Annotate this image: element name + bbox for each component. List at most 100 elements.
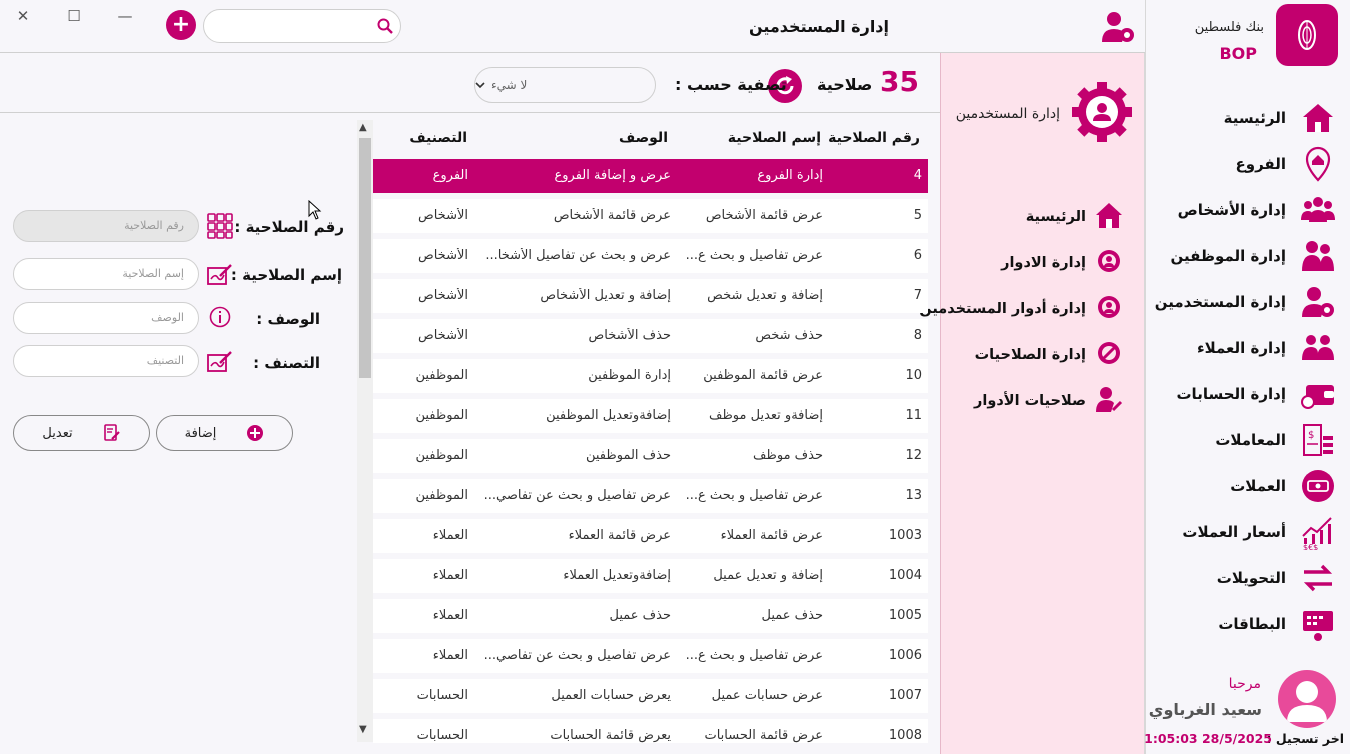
sidebar-item-5[interactable]: إدارة المستخدمين bbox=[1146, 282, 1336, 322]
add-button[interactable]: + bbox=[166, 10, 196, 40]
category-field[interactable]: التصنيف bbox=[13, 345, 199, 377]
subnav-item-2[interactable]: إدارة الادوار bbox=[934, 245, 1124, 281]
scroll-up-icon[interactable]: ▲ bbox=[359, 122, 367, 133]
scrollbar-thumb[interactable] bbox=[359, 138, 371, 378]
table-row[interactable]: 6 عرض تفاصيل و بحث ع... عرض و بحث عن تفاصي… bbox=[373, 239, 928, 273]
permission-id-field[interactable]: رقم الصلاحية bbox=[13, 210, 199, 242]
branch-location-icon bbox=[1300, 146, 1336, 182]
table-row[interactable]: 10 عرض قائمة الموظفين إدارة الموظفين الموظف… bbox=[373, 359, 928, 393]
subnav-item-label: إدارة أدوار المستخدمين bbox=[919, 301, 1086, 317]
description-field[interactable]: الوصف bbox=[13, 302, 199, 334]
table-row[interactable]: 1008 عرض قائمة الحسابات يعرض قائمة الحسابا… bbox=[373, 719, 928, 743]
clients-icon bbox=[1300, 330, 1336, 366]
search-input[interactable] bbox=[203, 9, 401, 43]
cell-category: العملاء bbox=[432, 528, 468, 543]
table-row[interactable]: 1003 عرض قائمة العملاء عرض قائمة العملاء ال… bbox=[373, 519, 928, 553]
add-button-label: إضافة bbox=[184, 425, 217, 441]
column-header-name: إسم الصلاحية bbox=[727, 130, 821, 146]
subnav-item-label: إدارة الادوار bbox=[1001, 255, 1086, 271]
sidebar-item-4[interactable]: إدارة الموظفين bbox=[1146, 236, 1336, 276]
subnav-item-4[interactable]: إدارة الصلاحيات bbox=[934, 337, 1124, 373]
table-row[interactable]: 7 إضافة و تعديل شخص إضافة و تعديل الأشخاص ا… bbox=[373, 279, 928, 313]
permission-gear-icon bbox=[1094, 338, 1124, 372]
table-scrollbar[interactable]: ▲ ▼ bbox=[357, 120, 373, 742]
card-icon bbox=[1300, 606, 1336, 642]
cell-category: الأشخاص bbox=[418, 248, 468, 263]
cell-name: عرض قائمة الموظفين bbox=[703, 368, 823, 383]
subnav-item-5[interactable]: صلاحيات الأدوار bbox=[934, 383, 1124, 419]
sidebar-item-9[interactable]: العملات bbox=[1146, 466, 1336, 506]
sidebar-item-7[interactable]: إدارة الحسابات bbox=[1146, 374, 1336, 414]
cell-id: 1006 bbox=[888, 648, 922, 663]
sidebar-item-6[interactable]: إدارة العملاء bbox=[1146, 328, 1336, 368]
table-row[interactable]: 13 عرض تفاصيل و بحث ع... عرض تفاصيل و بحث … bbox=[373, 479, 928, 513]
users-management-gear-icon bbox=[1072, 82, 1132, 142]
bank-name: بنك فلسطين bbox=[1194, 20, 1264, 35]
cell-description: عرض قائمة الأشخاص bbox=[553, 208, 671, 223]
plus-circle-icon bbox=[247, 425, 264, 441]
sidebar-item-8[interactable]: المعاملات $ bbox=[1146, 420, 1336, 460]
sidebar-item-label: التحويلات bbox=[1216, 569, 1286, 587]
cell-description: عرض قائمة العملاء bbox=[568, 528, 671, 543]
name-label: إسم الصلاحية : bbox=[230, 266, 342, 284]
sidebar-item-label: إدارة المستخدمين bbox=[1154, 293, 1286, 311]
cell-name: إدارة الفروع bbox=[757, 168, 823, 183]
sidebar-item-label: إدارة الأشخاص bbox=[1177, 201, 1286, 219]
sidebar-item-1[interactable]: الرئيسية bbox=[1146, 98, 1336, 138]
sidebar-item-3[interactable]: إدارة الأشخاص bbox=[1146, 190, 1336, 230]
sidebar-item-label: أسعار العملات bbox=[1182, 523, 1286, 541]
permission-count-label: صلاحية bbox=[817, 75, 873, 94]
table-row[interactable]: 11 إضافةو تعديل موظف إضافةوتعديل الموظفين ا… bbox=[373, 399, 928, 433]
table-row[interactable]: 1005 حذف عميل حذف عميل العملاء bbox=[373, 599, 928, 633]
info-icon bbox=[209, 306, 231, 328]
wallet-icon bbox=[1300, 376, 1336, 412]
cell-name: عرض تفاصيل و بحث ع... bbox=[685, 488, 823, 503]
sidebar-item-10[interactable]: أسعار العملات $€$ bbox=[1146, 512, 1336, 552]
search-icon bbox=[377, 18, 393, 34]
cell-id: 10 bbox=[905, 368, 922, 383]
cell-description: حذف عميل bbox=[609, 608, 671, 623]
edit-document-icon bbox=[103, 424, 120, 441]
table-row[interactable]: 8 حذف شخص حذف الأشخاص الأشخاص bbox=[373, 319, 928, 353]
cell-id: 1004 bbox=[888, 568, 922, 583]
subnav-item-1[interactable]: الرئيسية bbox=[934, 199, 1124, 235]
table-row[interactable]: 1007 عرض حسابات عميل يعرض حسابات العميل الح… bbox=[373, 679, 928, 713]
filter-dropdown[interactable]: لا شيء bbox=[474, 67, 656, 103]
cell-description: عرض و بحث عن تفاصيل الأشخا... bbox=[485, 248, 671, 263]
cell-description: عرض تفاصيل و بحث عن تفاصي... bbox=[483, 648, 671, 663]
table-row[interactable]: 12 حذف موظف حذف الموظفين الموظفين bbox=[373, 439, 928, 473]
sidebar-item-12[interactable]: البطاقات bbox=[1146, 604, 1336, 644]
permission-name-field[interactable]: إسم الصلاحية bbox=[13, 258, 199, 290]
cell-name: حذف عميل bbox=[761, 608, 823, 623]
add-permission-button[interactable]: إضافة bbox=[156, 415, 293, 451]
cell-name: عرض قائمة العملاء bbox=[720, 528, 823, 543]
minimize-window-button[interactable]: — bbox=[115, 6, 135, 26]
cell-description: يعرض قائمة الحسابات bbox=[550, 728, 671, 743]
employees-icon bbox=[1300, 238, 1336, 274]
close-window-button[interactable]: ✕ bbox=[13, 6, 33, 26]
cell-name: إضافةو تعديل موظف bbox=[709, 408, 823, 423]
cell-name: عرض قائمة الحسابات bbox=[704, 728, 823, 743]
cell-description: حذف الأشخاص bbox=[588, 328, 671, 343]
edit-permission-button[interactable]: تعديل bbox=[13, 415, 150, 451]
table-row[interactable]: 1006 عرض تفاصيل و بحث ع... عرض تفاصيل و بح… bbox=[373, 639, 928, 673]
currency-icon bbox=[1300, 468, 1336, 504]
sidebar-item-label: المعاملات bbox=[1215, 431, 1286, 449]
cell-category: الموظفين bbox=[415, 408, 468, 423]
maximize-window-button[interactable]: ☐ bbox=[64, 6, 84, 26]
category-label: التصنف : bbox=[253, 354, 320, 372]
subnav-item-label: صلاحيات الأدوار bbox=[974, 393, 1086, 409]
sidebar-item-2[interactable]: الفروع bbox=[1146, 144, 1336, 184]
cell-description: إضافة و تعديل الأشخاص bbox=[540, 288, 671, 303]
cell-description: عرض و إضافة الفروع bbox=[554, 168, 671, 183]
sidebar-item-11[interactable]: التحويلات bbox=[1146, 558, 1336, 598]
subnav-item-3[interactable]: إدارة أدوار المستخدمين bbox=[919, 291, 1124, 327]
table-row[interactable]: 4 إدارة الفروع عرض و إضافة الفروع الفروع bbox=[373, 159, 928, 193]
role-gear-icon bbox=[1094, 246, 1124, 280]
scroll-down-icon[interactable]: ▼ bbox=[359, 724, 367, 735]
user-gear-icon bbox=[1102, 12, 1134, 42]
filter-label: تصفية حسب : bbox=[675, 75, 787, 94]
table-row[interactable]: 5 عرض قائمة الأشخاص عرض قائمة الأشخاص الأشخ… bbox=[373, 199, 928, 233]
table-row[interactable]: 1004 إضافة و تعديل عميل إضافةوتعديل العملا… bbox=[373, 559, 928, 593]
cell-name: إضافة و تعديل شخص bbox=[707, 288, 823, 303]
